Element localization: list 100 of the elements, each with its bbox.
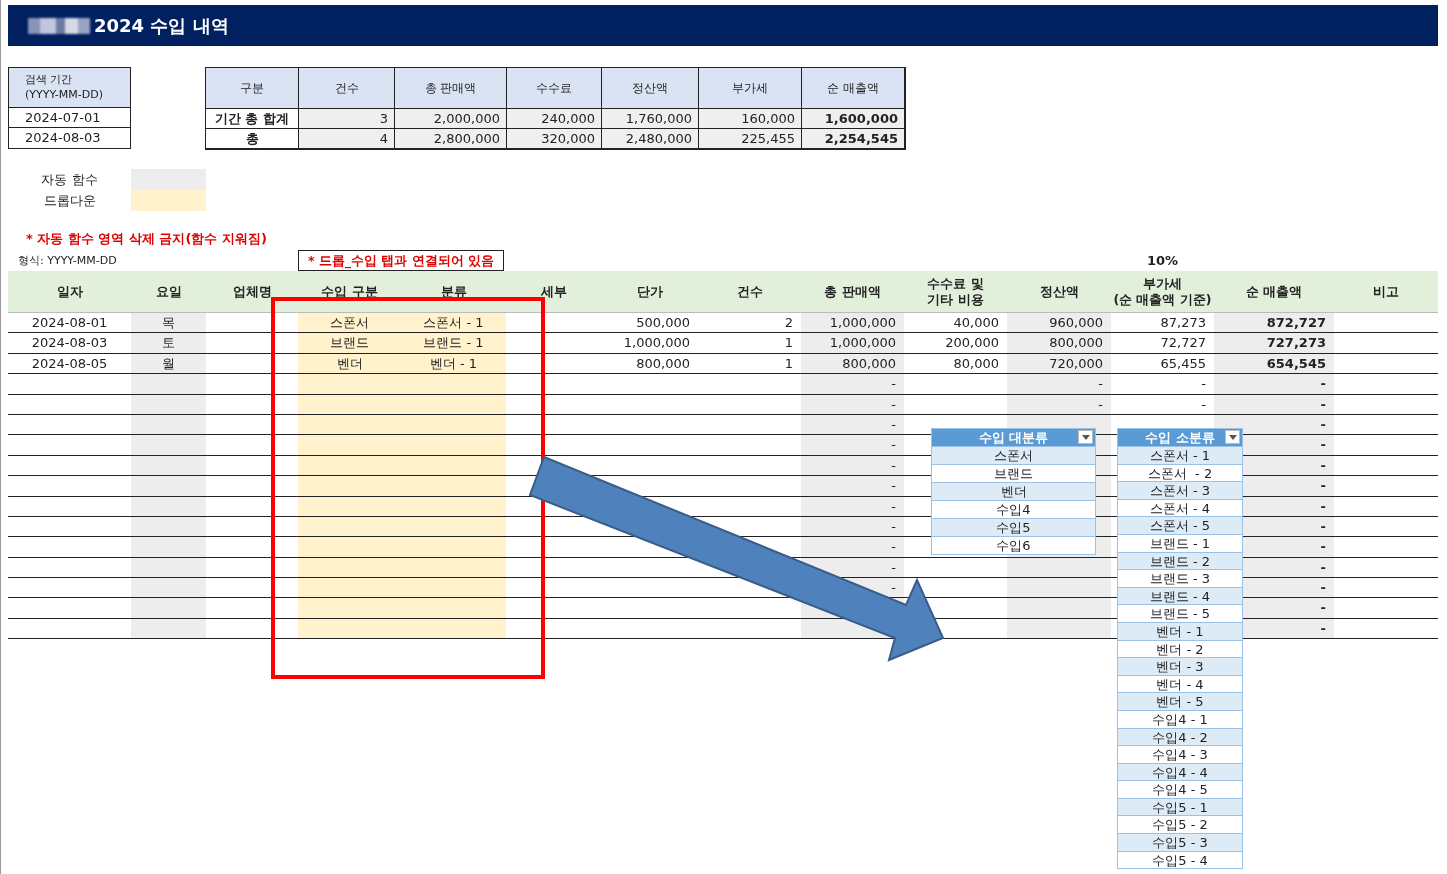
column-header: 건수 (299, 68, 395, 109)
table-row[interactable]: 수입4 - 1 (1118, 709, 1242, 728)
table-row[interactable]: 브랜드 - 5 (1118, 604, 1242, 622)
column-header: 업체명 (206, 271, 298, 313)
legend-label: 드롭다운 (42, 192, 97, 210)
table-cell: - (801, 374, 904, 395)
caret-icon (1228, 434, 1237, 440)
table-cell: 240,000 (507, 109, 602, 129)
table-row[interactable]: 수입4 - 3 (1118, 745, 1242, 763)
column-header: 총 판매액 (801, 271, 904, 313)
column-header: 구분 (206, 68, 299, 109)
table-cell: - (801, 455, 904, 477)
table-row[interactable]: 스폰서 - 3 (1118, 481, 1242, 499)
column-header: 단가 (601, 271, 698, 313)
table-cell: - (1214, 374, 1334, 395)
column-header: 수수료 (507, 68, 602, 109)
table-row[interactable]: 벤더 - 5 (1118, 692, 1242, 710)
filter-button[interactable] (1225, 430, 1240, 444)
table-cell: 800,000 (1007, 333, 1111, 354)
table-cell: 토 (131, 333, 206, 354)
table-title: 수입 소분류 (1145, 428, 1215, 447)
table-cell: 2,480,000 (602, 129, 699, 149)
table-cell: - (801, 496, 904, 517)
table-cell: 960,000 (1007, 313, 1111, 334)
table-cell: - (801, 537, 904, 558)
table-cell: - (801, 476, 904, 497)
table-row[interactable]: 수입5 - 1 (1118, 797, 1242, 816)
table-cell: 872,727 (1214, 313, 1334, 334)
filter-button[interactable] (1078, 430, 1093, 444)
table-cell: 브랜드 (298, 333, 401, 354)
column-header: 비고 (1334, 271, 1438, 313)
table-row[interactable]: 수입5 - 4 (1118, 850, 1242, 869)
table-cell: 727,273 (1214, 333, 1334, 354)
table-row[interactable]: 스폰서 (932, 446, 1095, 464)
table-cell: 스폰서 - 1 (401, 313, 506, 334)
sheet-title: 2024 수입 내역 (94, 13, 229, 38)
table-row[interactable]: 수입5 (932, 518, 1095, 536)
table-cell: 800,000 (601, 353, 698, 375)
format-hint: 형식: YYYY-MM-DD (17, 252, 118, 268)
date-cell[interactable]: 2024-07-01 (9, 108, 130, 128)
table-row[interactable]: 스폰서 - 1 (1118, 446, 1242, 464)
table-cell: 654,545 (1214, 353, 1334, 375)
table-cell: 1,000,000 (801, 333, 904, 354)
linked-note: * 드롭_수입 탭과 연결되어 있음 (298, 249, 504, 271)
table-cell: 목 (131, 313, 206, 334)
table-cell: 160,000 (699, 109, 802, 129)
table-row[interactable]: 수입4 - 2 (1118, 727, 1242, 746)
table-cell: 벤더 - 1 (401, 353, 506, 375)
table-cell: - (1007, 374, 1111, 395)
table-cell: 1,000,000 (601, 333, 698, 354)
table-cell: 320,000 (507, 129, 602, 149)
vat-rate: 10% (1145, 252, 1180, 268)
table-title: 수입 대분류 (978, 428, 1049, 447)
table-row[interactable]: 브랜드 - 4 (1118, 586, 1242, 605)
table-row[interactable]: 수입5 - 3 (1118, 833, 1242, 851)
table-row[interactable]: 수입4 - 4 (1118, 762, 1242, 781)
table-row[interactable]: 브랜드 - 2 (1118, 551, 1242, 570)
table-row[interactable]: 스폰서 - 5 (1118, 516, 1242, 534)
table-cell: - (801, 435, 904, 456)
table-cell: 1,760,000 (602, 109, 699, 129)
column-header: 총 판매액 (395, 68, 507, 109)
column-header: 순 매출액 (802, 68, 905, 109)
table-row[interactable]: 벤더 - 1 (1118, 621, 1242, 640)
table-cell: 720,000 (1007, 353, 1111, 375)
table-cell: 2,800,000 (395, 129, 507, 149)
table-cell: 벤더 (298, 353, 401, 375)
column-header: 부가세 (699, 68, 802, 109)
table-cell: 2,254,545 (802, 129, 905, 149)
table-cell: 브랜드 - 1 (401, 333, 506, 354)
table-cell: 스폰서 (298, 313, 401, 334)
table-row[interactable]: 벤더 (932, 482, 1095, 500)
table-cell: - (801, 394, 904, 415)
table-cell: 4 (299, 129, 395, 149)
column-header: 정산액 (1007, 271, 1111, 313)
table-cell: - (801, 414, 904, 436)
table-row[interactable]: 브랜드 - 1 (1118, 533, 1242, 552)
date-cell[interactable]: 2024-08-03 (9, 128, 130, 148)
table-row[interactable]: 수입4 - 5 (1118, 780, 1242, 798)
table-row[interactable]: 수입6 (932, 536, 1095, 554)
warning-note: * 자동 함수 영역 삭제 금지(함수 지워짐) (25, 230, 268, 248)
column-header: 일자 (8, 271, 131, 313)
column-header: 부가세 (순 매출액 기준) (1111, 271, 1214, 313)
column-header: 건수 (698, 271, 801, 313)
column-header: 순 매출액 (1214, 271, 1334, 313)
column-header: 수수료 및 기타 비용 (904, 271, 1007, 313)
caret-icon (1081, 434, 1090, 440)
blurred-logo (28, 17, 90, 34)
column-header: 세부 (506, 271, 601, 313)
table-cell: 2,000,000 (395, 109, 507, 129)
table-cell: 225,455 (699, 129, 802, 149)
table-cell: 월 (131, 353, 206, 375)
column-header: 요일 (131, 271, 206, 313)
table-cell: - (1214, 394, 1334, 415)
table-row[interactable]: 브랜드 - 3 (1118, 569, 1242, 587)
table-cell: 1,600,000 (802, 109, 905, 129)
table-cell: 500,000 (601, 313, 698, 334)
table-cell: 1,000,000 (801, 313, 904, 334)
column-header: 정산액 (602, 68, 699, 109)
table-row[interactable]: 벤더 - 3 (1118, 657, 1242, 675)
table-cell: - (1007, 394, 1111, 415)
